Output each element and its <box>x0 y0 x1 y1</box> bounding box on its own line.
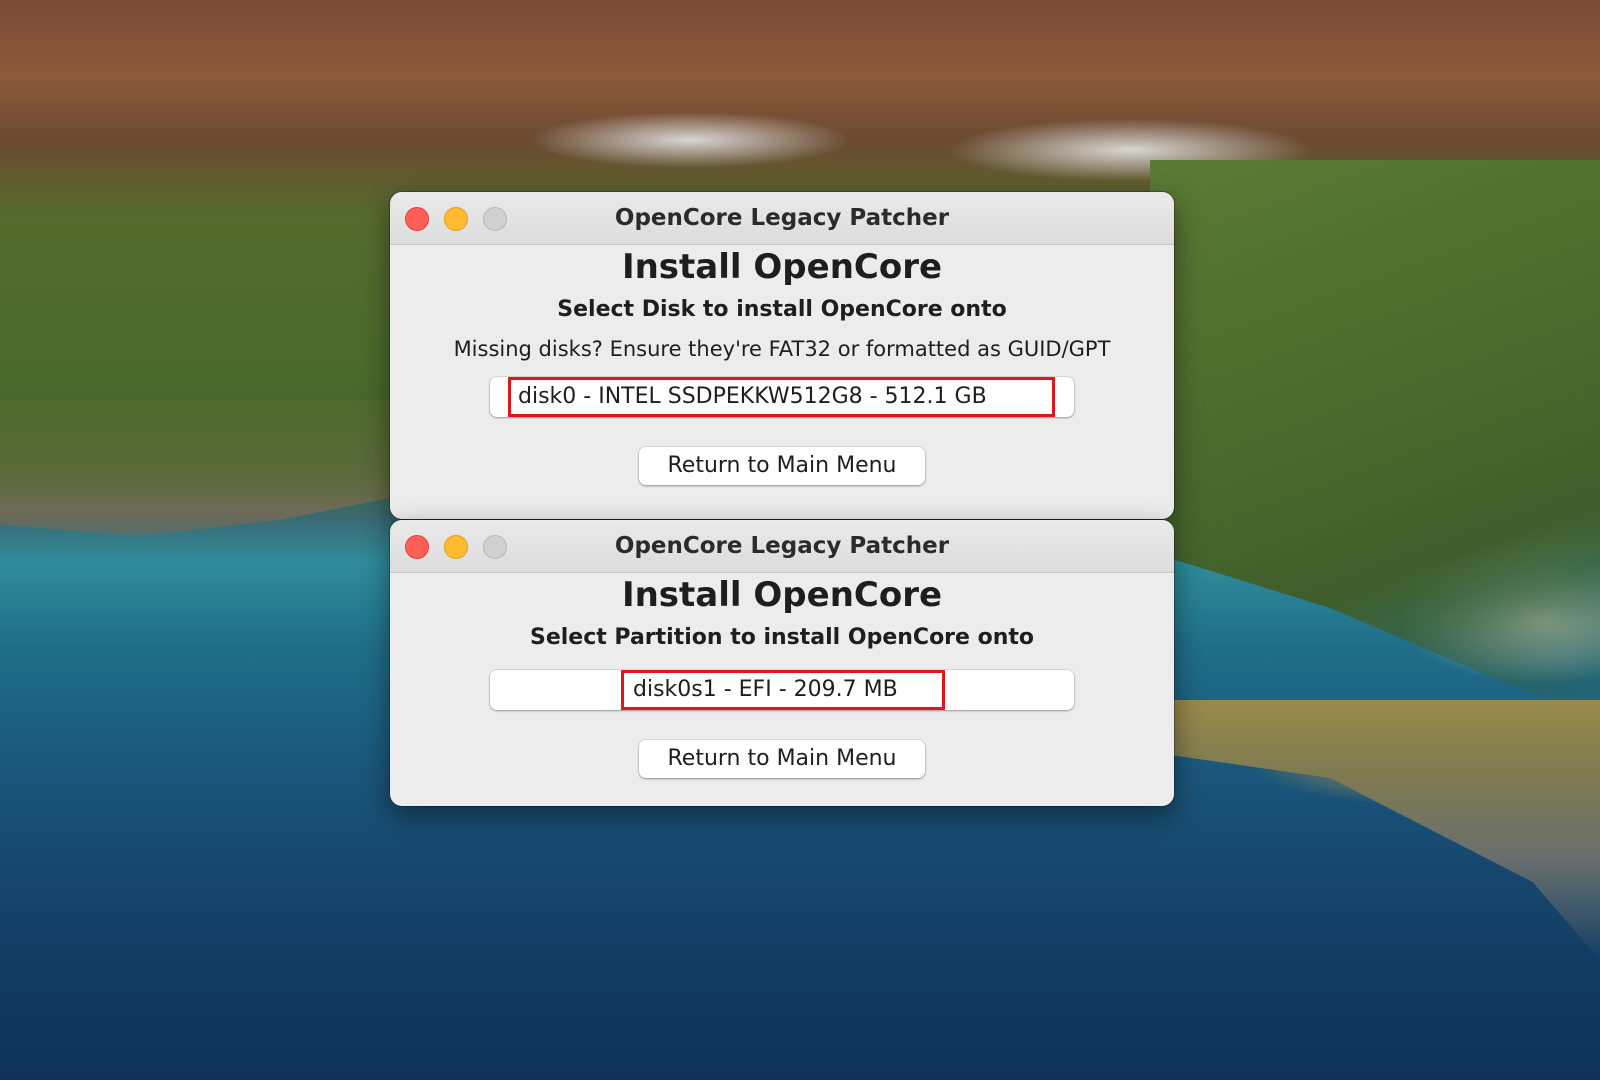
wallpaper-coast <box>0 400 400 536</box>
wallpaper-hills <box>1150 160 1600 720</box>
window-title: OpenCore Legacy Patcher <box>614 533 950 559</box>
partition-option-button[interactable]: disk0s1 - EFI - 209.7 MB <box>490 670 1074 710</box>
instruction-label: Select Partition to install OpenCore ont… <box>529 625 1035 650</box>
disk-option-label: disk0 - INTEL SSDPEKKW512G8 - 512.1 GB <box>518 384 987 409</box>
wallpaper-cliff <box>1150 700 1600 960</box>
desktop-wallpaper: OpenCore Legacy Patcher Install OpenCore… <box>0 0 1600 1080</box>
page-title: Install OpenCore <box>621 575 943 615</box>
window-content: Install OpenCore Select Partition to ins… <box>390 575 1174 778</box>
disk-option-button[interactable]: disk0 - INTEL SSDPEKKW512G8 - 512.1 GB <box>490 377 1074 417</box>
missing-disks-note: Missing disks? Ensure they're FAT32 or f… <box>453 337 1111 361</box>
titlebar[interactable]: OpenCore Legacy Patcher <box>390 520 1174 573</box>
return-main-menu-button[interactable]: Return to Main Menu <box>639 447 925 485</box>
page-title: Install OpenCore <box>621 247 943 287</box>
window-title: OpenCore Legacy Patcher <box>614 205 950 231</box>
install-partition-window: OpenCore Legacy Patcher Install OpenCore… <box>390 520 1174 806</box>
titlebar[interactable]: OpenCore Legacy Patcher <box>390 192 1174 245</box>
instruction-label: Select Disk to install OpenCore onto <box>557 297 1007 322</box>
install-disk-window: OpenCore Legacy Patcher Install OpenCore… <box>390 192 1174 519</box>
partition-option-label: disk0s1 - EFI - 209.7 MB <box>633 677 898 702</box>
window-content: Install OpenCore Select Disk to install … <box>390 247 1174 485</box>
return-main-menu-button[interactable]: Return to Main Menu <box>639 740 925 778</box>
